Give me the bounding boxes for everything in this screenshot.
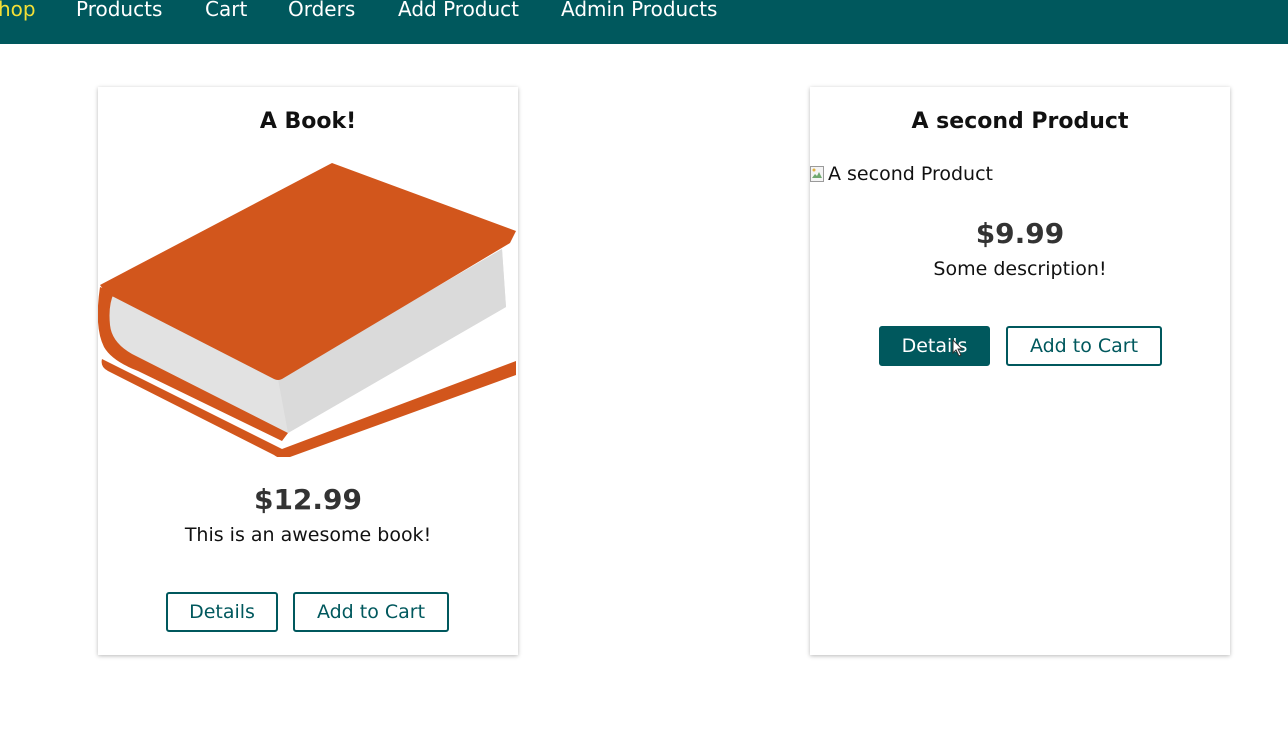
mouse-cursor-icon [952,339,964,357]
broken-image-icon [810,166,824,182]
nav-link-cart[interactable]: Cart [205,0,247,21]
nav-link-products[interactable]: Products [76,0,162,21]
product-title: A second Product [911,109,1129,134]
add-to-cart-button[interactable]: Add to Cart [293,592,449,632]
product-description: This is an awesome book! [184,524,432,546]
nav-link-shop[interactable]: hop [0,0,36,21]
product-card: A Book! $12.99 This is an awesome book! … [98,87,518,655]
nav-link-admin-products[interactable]: Admin Products [561,0,717,21]
main-nav: hop Products Cart Orders Add Product Adm… [0,0,1288,44]
book-image [98,163,516,457]
nav-link-add-product[interactable]: Add Product [398,0,519,21]
product-image-broken: A second Product [810,163,993,185]
product-title: A Book! [259,109,357,134]
nav-link-orders[interactable]: Orders [288,0,355,21]
product-card: A second Product A second Product $9.99 … [810,87,1230,655]
details-button[interactable]: Details [166,592,278,632]
product-description: Some description! [933,258,1107,280]
image-alt-text: A second Product [828,163,993,185]
details-button[interactable]: Details [879,326,990,366]
product-price: $9.99 [975,217,1065,250]
add-to-cart-button[interactable]: Add to Cart [1006,326,1162,366]
product-price: $12.99 [253,483,363,516]
